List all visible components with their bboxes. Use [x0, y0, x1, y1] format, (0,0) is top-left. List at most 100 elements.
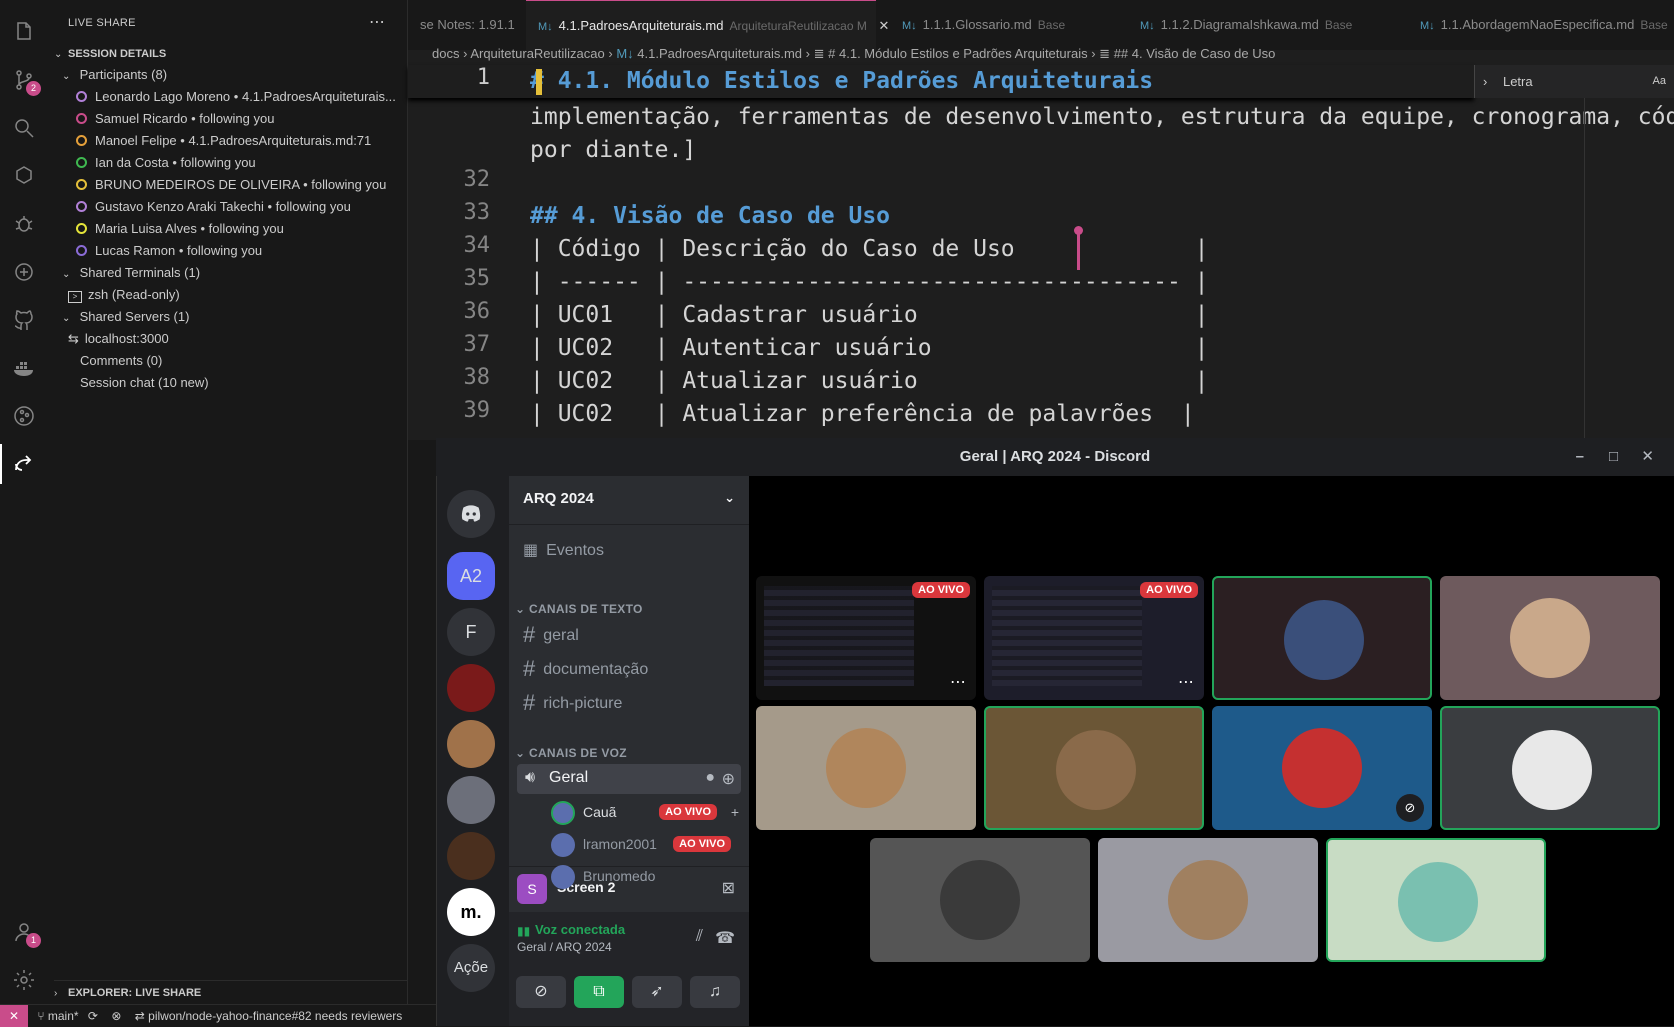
- find-input[interactable]: Letra: [1503, 74, 1533, 89]
- chevron-right-icon[interactable]: ›: [1483, 74, 1487, 89]
- text-channels-category[interactable]: ⌄ CANAIS DE TEXTO: [515, 602, 643, 616]
- match-case-toggle[interactable]: Aa: [1653, 65, 1666, 98]
- sync-icon[interactable]: ⟳: [88, 1009, 98, 1023]
- session-details-header[interactable]: ⌄ SESSION DETAILS: [54, 42, 166, 64]
- github-icon[interactable]: [10, 306, 38, 334]
- soundboard-button[interactable]: ♫: [690, 976, 740, 1008]
- minimize-icon[interactable]: –: [1576, 438, 1584, 476]
- events-link[interactable]: ▦ Eventos: [523, 536, 604, 566]
- maximize-icon[interactable]: □: [1609, 438, 1618, 476]
- more-icon[interactable]: ⋯: [1178, 672, 1194, 692]
- breadcrumb-item[interactable]: 4.1.PadroesArquiteturais.md: [637, 46, 802, 61]
- participant-item[interactable]: Manoel Felipe • 4.1.PadroesArquiteturais…: [76, 130, 371, 152]
- server-icon-acoe[interactable]: Açõe: [447, 944, 495, 992]
- participant-color-icon: [76, 179, 87, 190]
- line-number: 39: [463, 398, 491, 423]
- participant-video-tile[interactable]: [1440, 576, 1660, 700]
- branch-name[interactable]: main*: [48, 1009, 79, 1023]
- git-graph-icon[interactable]: [10, 402, 38, 430]
- breadcrumb-item[interactable]: docs: [432, 46, 459, 61]
- server-icon-avatar[interactable]: [447, 720, 495, 768]
- close-icon[interactable]: ✕: [1641, 438, 1654, 476]
- stream-tile[interactable]: AO VIVO ⋯: [984, 576, 1204, 700]
- participant-item[interactable]: Leonardo Lago Moreno • 4.1.PadroesArquit…: [76, 86, 396, 108]
- participant-video-tile[interactable]: [1098, 838, 1318, 962]
- explorer-live-share-header[interactable]: › EXPLORER: LIVE SHARE: [54, 980, 408, 1002]
- close-tab-icon[interactable]: ✕: [878, 18, 889, 33]
- text-channel-item[interactable]: # geral: [523, 620, 579, 650]
- hash-icon: #: [523, 690, 536, 715]
- breadcrumb-item[interactable]: # 4.1. Módulo Estilos e Padrões Arquitet…: [828, 46, 1087, 61]
- code-line: | ------ | -----------------------------…: [530, 269, 1209, 295]
- activities-button[interactable]: ➶: [632, 976, 682, 1008]
- voice-user-item[interactable]: Brunomedo: [551, 862, 741, 890]
- comments-item[interactable]: Comments (0): [80, 350, 162, 372]
- discord-home-icon[interactable]: [447, 490, 495, 538]
- participant-item[interactable]: Maria Luisa Alves • following you: [76, 218, 284, 240]
- participant-item[interactable]: Ian da Costa • following you: [76, 152, 256, 174]
- server-icon-a2[interactable]: A2: [447, 552, 495, 600]
- session-chat-item[interactable]: Session chat (10 new): [80, 372, 209, 394]
- remote-explorer-icon[interactable]: [10, 258, 38, 286]
- participant-video-tile[interactable]: [1326, 838, 1546, 962]
- server-icon-avatar[interactable]: [447, 832, 495, 880]
- noise-suppression-icon[interactable]: ⫽: [696, 928, 703, 946]
- participant-video-tile[interactable]: [984, 706, 1204, 830]
- server-icon-avatar[interactable]: [447, 776, 495, 824]
- extensions-icon[interactable]: [10, 162, 38, 190]
- more-actions-icon[interactable]: ⋯: [369, 12, 385, 32]
- participant-item[interactable]: Gustavo Kenzo Araki Takechi • following …: [76, 196, 351, 218]
- remote-indicator[interactable]: ✕: [0, 1005, 28, 1027]
- participant-video-tile[interactable]: [1440, 706, 1660, 830]
- breadcrumb-item[interactable]: ArquiteturaReutilizacao: [470, 46, 604, 61]
- search-icon[interactable]: [10, 114, 38, 142]
- server-icon-avatar[interactable]: [447, 664, 495, 712]
- add-icon[interactable]: +: [731, 798, 739, 826]
- docker-icon[interactable]: [10, 354, 38, 382]
- live-badge: AO VIVO: [659, 804, 717, 820]
- voice-channels-category[interactable]: ⌄ CANAIS DE VOZ: [515, 746, 627, 760]
- add-user-icon[interactable]: ⊕: [722, 769, 735, 789]
- participant-item[interactable]: Lucas Ramon • following you: [76, 240, 262, 262]
- voice-user-item[interactable]: lramon2001 AO VIVO: [551, 830, 741, 858]
- camera-off-button[interactable]: ⊘: [516, 976, 566, 1008]
- participant-video-tile[interactable]: [870, 838, 1090, 962]
- text-channel-item[interactable]: # documentação: [523, 654, 648, 684]
- participant-video-tile[interactable]: [756, 706, 976, 830]
- server-item[interactable]: ⇆ localhost:3000: [68, 328, 169, 350]
- server-icon-min[interactable]: m.: [447, 888, 495, 936]
- participant-name: Lucas Ramon: [95, 243, 176, 258]
- sync-status-icon[interactable]: ⊗: [111, 1009, 121, 1023]
- find-widget: › Letra Aa: [1474, 65, 1674, 98]
- voice-channel-geral[interactable]: 🔊︎ Geral ● ⊕: [517, 764, 741, 794]
- text-channel-item[interactable]: # rich-picture: [523, 688, 622, 718]
- stream-tile[interactable]: AO VIVO ⋯: [756, 576, 976, 700]
- pull-request-status[interactable]: pilwon/node-yahoo-finance#82 needs revie…: [148, 1009, 402, 1023]
- tab-abordagem[interactable]: M↓ 1.1.AbordagemNaoEspecifica.md Base: [1408, 0, 1674, 50]
- participants-group[interactable]: ⌄ Participants (8): [62, 64, 167, 86]
- participant-item[interactable]: BRUNO MEDEIROS DE OLIVEIRA • following y…: [76, 174, 386, 196]
- disconnect-icon[interactable]: ☎: [715, 928, 735, 948]
- debug-icon[interactable]: [10, 210, 38, 238]
- more-icon[interactable]: ⋯: [950, 672, 966, 692]
- chat-icon[interactable]: ●: [705, 769, 715, 787]
- shared-terminals-group[interactable]: ⌄ Shared Terminals (1): [62, 262, 200, 284]
- live-share-icon[interactable]: [0, 444, 38, 484]
- line-number: 35: [463, 266, 491, 291]
- participant-video-tile[interactable]: [1212, 576, 1432, 700]
- source-control-icon[interactable]: 2: [10, 66, 41, 96]
- accounts-icon[interactable]: 1: [10, 918, 41, 948]
- participant-item[interactable]: Samuel Ricardo • following you: [76, 108, 274, 130]
- server-icon-f[interactable]: F: [447, 608, 495, 656]
- server-name-header[interactable]: ARQ 2024 ⌄: [523, 490, 735, 518]
- share-screen-button[interactable]: ⧉: [574, 976, 624, 1008]
- participant-video-tile[interactable]: ⊘: [1212, 706, 1432, 830]
- terminal-item[interactable]: > zsh (Read-only): [68, 284, 180, 306]
- participant-status: • 4.1.PadroesArquiteturais.md:71: [180, 133, 372, 148]
- shared-servers-group[interactable]: ⌄ Shared Servers (1): [62, 306, 189, 328]
- settings-gear-icon[interactable]: [10, 966, 38, 994]
- voice-user-item[interactable]: Cauã AO VIVO +: [551, 798, 741, 826]
- explorer-icon[interactable]: [10, 18, 38, 46]
- participant-name: Maria Luisa Alves: [95, 221, 197, 236]
- breadcrumb-item[interactable]: ## 4. Visão de Caso de Uso: [1114, 46, 1276, 61]
